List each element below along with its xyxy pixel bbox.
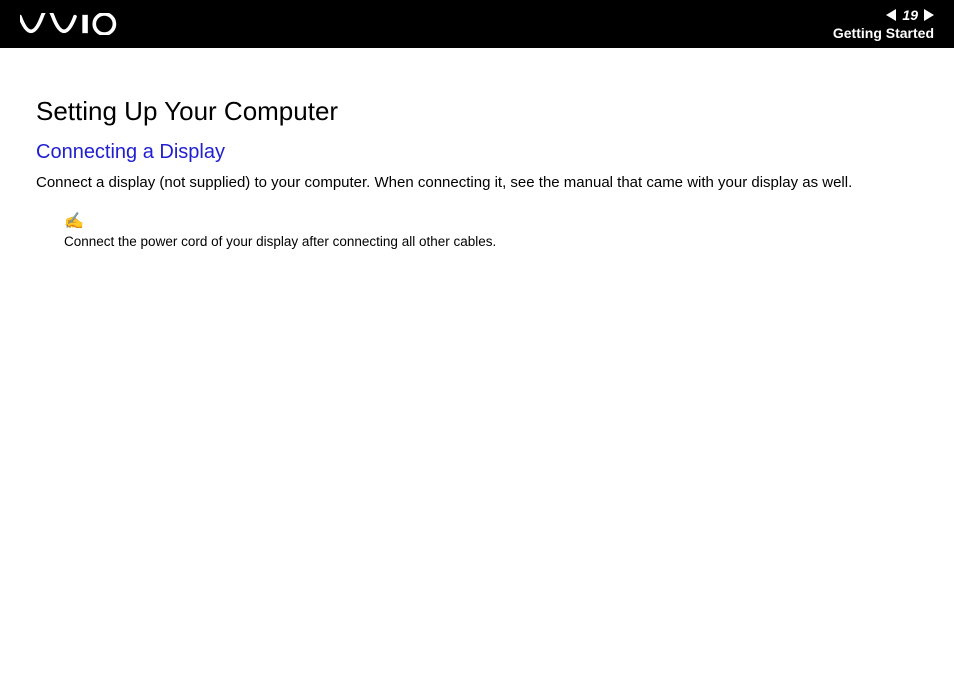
body-text: Connect a display (not supplied) to your…	[36, 172, 918, 193]
page-navigation: 19	[886, 7, 934, 23]
prev-page-arrow-icon[interactable]	[886, 9, 896, 21]
page-number: 19	[900, 7, 920, 23]
sub-heading: Connecting a Display	[36, 141, 918, 164]
vaio-logo	[20, 13, 130, 35]
main-heading: Setting Up Your Computer	[36, 96, 918, 127]
section-name: Getting Started	[833, 25, 934, 41]
next-page-arrow-icon[interactable]	[924, 9, 934, 21]
header-right: 19 Getting Started	[833, 7, 934, 41]
note-text: Connect the power cord of your display a…	[64, 234, 496, 249]
page-content: Setting Up Your Computer Connecting a Di…	[0, 48, 954, 251]
note-pencil-icon: ✍	[64, 211, 918, 231]
note-block: ✍ Connect the power cord of your display…	[36, 211, 918, 251]
vaio-logo-svg	[20, 13, 130, 35]
header-bar: 19 Getting Started	[0, 0, 954, 48]
